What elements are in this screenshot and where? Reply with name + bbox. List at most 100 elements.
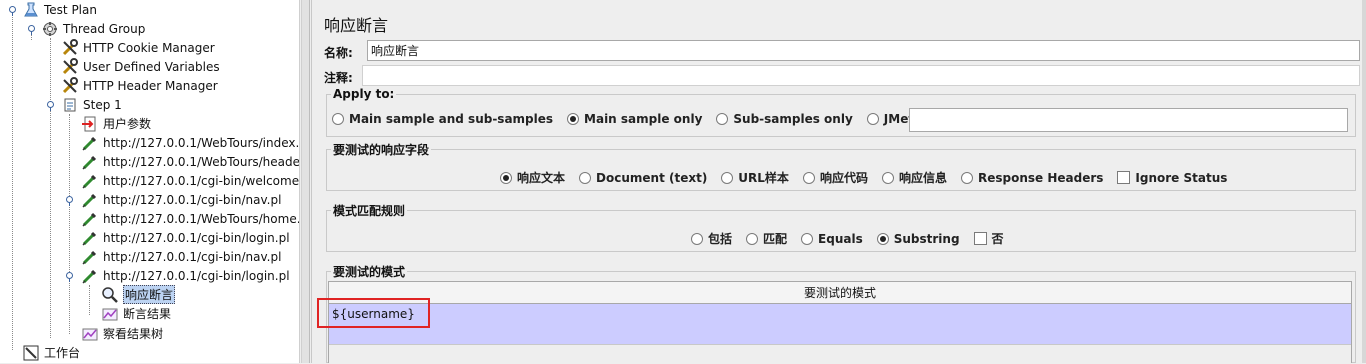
wrench-icon	[61, 76, 79, 95]
panel-splitter[interactable]	[301, 0, 310, 363]
tree-node-label: http://127.0.0.1/WebTours/home.htm	[103, 211, 300, 226]
apply-to-main-and-sub[interactable]: Main sample and sub-samples	[332, 112, 553, 126]
comment-label: 注释:	[324, 71, 353, 85]
tree-node-user-defined-variables[interactable]: User Defined Variables	[61, 57, 220, 76]
tree-node-label: http://127.0.0.1/WebTours/header.ht	[103, 154, 300, 169]
listener-graph-icon	[101, 305, 119, 323]
tree-node-label: User Defined Variables	[83, 59, 220, 74]
rule-substring[interactable]: Substring	[876, 232, 960, 246]
field-response-text[interactable]: 响应文本	[500, 169, 565, 186]
radio-button[interactable]	[579, 171, 592, 184]
rule-equals[interactable]: Equals	[801, 232, 863, 246]
tree-node-label: http://127.0.0.1/cgi-bin/nav.pl	[103, 192, 282, 207]
tree-node-label: 断言结果	[123, 307, 172, 321]
field-document-text[interactable]: Document (text)	[579, 171, 707, 185]
tree-connector	[69, 114, 70, 334]
radio-button[interactable]	[866, 113, 879, 125]
tree-node-label: Test Plan	[44, 2, 97, 17]
comment-field[interactable]	[362, 65, 1360, 86]
tree-node-sampler[interactable]: http://127.0.0.1/cgi-bin/nav.pl	[81, 190, 281, 209]
radio-button[interactable]	[691, 232, 703, 245]
tree-expand-knob[interactable]	[66, 272, 73, 282]
tree-node-cookie-manager[interactable]: HTTP Cookie Manager	[61, 38, 215, 57]
patterns-table[interactable]: 要测试的模式 ${username}	[328, 281, 1352, 364]
checkbox[interactable]	[973, 232, 987, 245]
tree-node-sampler[interactable]: http://127.0.0.1/WebTours/home.htm	[81, 209, 300, 228]
ignore-status-checkbox[interactable]: Ignore Status	[1117, 171, 1227, 185]
tree-node-sampler[interactable]: http://127.0.0.1/cgi-bin/login.pl	[81, 228, 290, 247]
radio-button-selected[interactable]	[567, 113, 580, 125]
radio-button[interactable]	[332, 113, 344, 125]
tree-node-test-plan[interactable]: Test Plan	[22, 0, 97, 19]
sampler-pipette-icon	[81, 248, 99, 266]
rule-contains[interactable]: 包括	[691, 230, 732, 247]
response-assertion-panel: 响应断言 名称: 注释: Apply to: Main sample and s…	[311, 0, 1366, 364]
radio-button-selected[interactable]	[876, 232, 889, 245]
tree-node-label: http://127.0.0.1/cgi-bin/nav.pl	[103, 249, 282, 264]
tree-expand-knob[interactable]	[66, 196, 73, 206]
tree-node-step-1[interactable]: Step 1	[61, 95, 122, 114]
patterns-column-header[interactable]: 要测试的模式	[329, 282, 1351, 304]
tree-node-sampler[interactable]: http://127.0.0.1/WebTours/index.htm	[81, 133, 300, 152]
sampler-pipette-icon	[81, 153, 99, 171]
matching-rules-options: 包括 匹配 Equals Substring 否	[691, 230, 1018, 247]
apply-to-main-only[interactable]: Main sample only	[567, 112, 702, 126]
tree-node-label: 响应断言	[123, 285, 176, 304]
field-url-sample[interactable]: URL样本	[721, 169, 789, 186]
tree-node-response-assertion[interactable]: 响应断言	[101, 285, 176, 304]
tree-node-label: http://127.0.0.1/cgi-bin/welcome.pl	[103, 173, 300, 188]
table-row[interactable]: ${username}	[329, 304, 1351, 344]
magnifier-icon	[101, 286, 119, 304]
sampler-pipette-icon	[81, 191, 99, 209]
apply-to-sub-only[interactable]: Sub-samples only	[716, 112, 853, 126]
tree-connector	[12, 10, 13, 350]
tree-node-sampler[interactable]: http://127.0.0.1/WebTours/header.ht	[81, 152, 300, 171]
listener-graph-icon	[81, 325, 99, 343]
tree-expand-knob[interactable]	[28, 25, 35, 35]
radio-button[interactable]	[881, 171, 894, 184]
field-response-code[interactable]: 响应代码	[802, 169, 868, 186]
tree-node-user-parameters[interactable]: 用户参数	[81, 114, 151, 133]
tree-node-label: Step 1	[83, 97, 122, 112]
name-label: 名称:	[324, 46, 353, 60]
radio-button[interactable]	[801, 232, 814, 245]
tree-node-label: HTTP Header Manager	[83, 78, 218, 93]
radio-button[interactable]	[960, 171, 973, 184]
tree-expand-knob[interactable]	[47, 101, 54, 111]
apply-to-options: Main sample and sub-samples Main sample …	[332, 112, 1002, 126]
radio-button-selected[interactable]	[500, 171, 512, 184]
tree-node-workbench[interactable]: 工作台	[22, 343, 80, 362]
test-plan-icon	[22, 1, 40, 19]
name-field[interactable]	[367, 40, 1360, 61]
tree-node-label: http://127.0.0.1/WebTours/index.htm	[103, 135, 300, 150]
tree-node-sampler[interactable]: http://127.0.0.1/cgi-bin/login.pl	[81, 266, 290, 285]
pattern-cell[interactable]: ${username}	[332, 307, 415, 321]
field-response-message[interactable]: 响应信息	[881, 169, 947, 186]
tree-node-sampler[interactable]: http://127.0.0.1/cgi-bin/nav.pl	[81, 247, 281, 266]
sampler-pipette-icon	[81, 210, 99, 228]
radio-button[interactable]	[716, 113, 729, 125]
tree-node-assertion-results[interactable]: 断言结果	[101, 304, 171, 323]
thread-group-icon	[41, 20, 59, 38]
radio-button[interactable]	[746, 232, 759, 245]
tree-node-view-results-tree[interactable]: 察看结果树	[81, 324, 163, 343]
table-empty-area	[329, 344, 1351, 364]
radio-button[interactable]	[802, 171, 815, 184]
window-edge	[1362, 0, 1366, 363]
tree-node-thread-group[interactable]: Thread Group	[41, 19, 145, 38]
radio-button[interactable]	[721, 171, 734, 184]
tree-node-sampler[interactable]: http://127.0.0.1/cgi-bin/welcome.pl	[81, 171, 300, 190]
tree-expand-knob[interactable]	[9, 6, 16, 16]
test-plan-tree[interactable]: Test Plan Thread Group HTTP Cookie Manag…	[0, 0, 300, 363]
response-field-legend: 要测试的响应字段	[333, 143, 430, 157]
checkbox[interactable]	[1117, 171, 1131, 184]
tree-node-label: 工作台	[44, 346, 81, 360]
wrench-icon	[61, 38, 79, 57]
jmeter-variable-input[interactable]	[909, 108, 1348, 132]
rule-matches[interactable]: 匹配	[746, 230, 787, 247]
sampler-pipette-icon	[81, 229, 99, 247]
field-response-headers[interactable]: Response Headers	[960, 171, 1103, 185]
tree-node-header-manager[interactable]: HTTP Header Manager	[61, 76, 218, 95]
transaction-controller-icon	[61, 96, 79, 114]
rule-not-checkbox[interactable]: 否	[973, 230, 1004, 247]
